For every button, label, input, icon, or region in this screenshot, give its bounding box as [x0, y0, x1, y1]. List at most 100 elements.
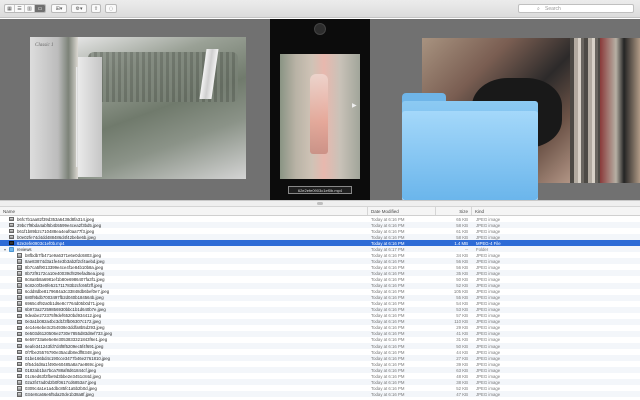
image-file-icon — [17, 380, 22, 385]
column-header-size[interactable]: Size — [436, 207, 472, 215]
file-name: b0e02fe74d4dd488486d4f42bebe6b.jpeg — [17, 234, 96, 240]
search-icon: ⌕ — [537, 5, 540, 12]
name-cell: 034e8ca66e6f5da20de1b38a8f.jpeg — [0, 391, 368, 397]
thumbnail-label: Classic 1 — [35, 43, 54, 48]
folder-icon[interactable] — [402, 85, 538, 200]
file-name: 6b973a27259856930bbc1b1d640b7e.jpeg — [25, 307, 106, 313]
image-file-icon — [17, 307, 22, 312]
image-file-icon — [17, 271, 22, 276]
coverflow-thumbnail[interactable] — [78, 37, 246, 179]
image-file-icon — [17, 319, 22, 325]
file-name: 0182ab1ba7bca788af8d61844cf.jpeg — [25, 367, 96, 373]
file-name: 8c8a8b8a6981ef1b80e6986407fa3f1.jpeg — [25, 276, 105, 282]
image-file-icon — [9, 216, 14, 222]
file-name: b8fbdb7fb471e9a6371e6e0dc6803.jpeg — [25, 252, 101, 258]
image-file-icon — [17, 265, 22, 270]
file-name: 6c82c0f3e0fe521711783b2cfc66f2ff.jpeg — [25, 283, 103, 289]
video-loading-indicator — [314, 23, 326, 35]
image-file-icon — [9, 228, 14, 234]
image-file-icon — [17, 277, 22, 282]
image-file-icon — [17, 325, 22, 331]
action-button[interactable]: ⚙▾ — [71, 4, 87, 13]
grid-icon: ⊞▾ — [55, 5, 63, 12]
image-file-icon — [17, 289, 22, 294]
file-name: 8ae83874d3a1fe4e3b3ab2f2cf4aebd.jpeg — [25, 258, 105, 264]
coverflow-thumbnail[interactable] — [78, 57, 102, 177]
column-header-name[interactable]: Name — [0, 207, 368, 215]
file-name: 9deabe272375f9def6520bd934412.jpeg — [25, 313, 102, 319]
video-preview[interactable] — [280, 54, 360, 179]
image-file-icon — [9, 234, 14, 240]
search-placeholder: Search — [545, 5, 561, 12]
image-file-icon — [17, 313, 22, 319]
folder-icon — [9, 247, 14, 252]
image-file-icon — [17, 301, 22, 306]
image-file-icon — [17, 295, 22, 300]
file-name: b61f1b89b2c710488ea4eaf0aa77f3.jpeg — [17, 228, 95, 234]
table-row[interactable]: 034e8ca66e6f5da20de1b38a8f.jpeg Today at … — [0, 391, 640, 398]
file-name: 0e503d6120506e2730e7855d83d8ef733.jpeg — [25, 331, 112, 337]
file-name: 0309c4a1e1a4dbc85fc1a5b2b0d.jpeg — [25, 385, 97, 391]
image-file-icon — [17, 259, 22, 264]
file-name: 29bc7f9bda4abf5b4b5599e4cea2f3bd5.jpeg — [17, 222, 102, 228]
file-name: 0e3a1b082a4bc3d1f3fb06307c172.jpeg — [25, 319, 101, 325]
file-name: 02a3f47ad0d2b0f0617cd6853a7.jpeg — [25, 379, 97, 385]
file-name: 680f9bdb7003497fb2d040b184564b.jpeg — [25, 295, 104, 301]
column-header-kind[interactable]: Kind — [472, 207, 640, 215]
image-file-icon — [17, 331, 22, 337]
date-cell: Today at 6:16 PM — [371, 391, 405, 397]
file-name: b6fc7b1aa82f39d353a6438d8fa314.jpeg — [17, 216, 95, 222]
file-name: 0f7fbe25576790e35acdb8edff8348.jpeg — [25, 349, 101, 355]
image-file-icon — [17, 349, 22, 355]
list-header: Name Date Modified Size Kind — [0, 207, 640, 216]
list-view-icon[interactable]: ☰ — [15, 5, 25, 12]
file-name: 6cdd8dbe8179684a3c33848db6bef0e7.jpeg — [25, 289, 110, 295]
share-button[interactable]: ⇪ — [91, 4, 101, 13]
image-file-icon — [17, 367, 22, 373]
column-header-date[interactable]: Date Modified — [368, 207, 436, 215]
coverflow-caption: 62e2efe0903c1ef0b.mp4 — [288, 186, 352, 194]
image-file-icon — [17, 392, 22, 397]
tag-button[interactable]: ◌ — [105, 4, 117, 13]
finder-toolbar: ▦ ☰ ▥ ▭ ⊞▾ ⚙▾ ⇪ ◌ ⌕ Search — [0, 0, 640, 18]
image-file-icon — [9, 222, 14, 228]
image-file-icon — [17, 343, 22, 349]
coverflow-view-icon[interactable]: ▭ — [35, 5, 45, 12]
icon-view-icon[interactable]: ▦ — [5, 5, 15, 12]
image-file-icon — [17, 386, 22, 391]
file-list[interactable]: b6fc7b1aa82f39d353a6438d8fa314.jpeg Today… — [0, 216, 640, 400]
file-name: 0f54d4d8a1f490e60485a8a7ae869c.jpeg — [25, 361, 104, 367]
split-divider[interactable] — [0, 200, 640, 207]
search-field[interactable]: ⌕ Search — [518, 4, 634, 13]
play-icon[interactable]: ▶ — [352, 102, 357, 109]
movie-file-icon — [9, 240, 14, 246]
file-name: reviews — [17, 246, 32, 252]
tag-icon: ◌ — [108, 5, 114, 12]
file-name: 01c6ed63f2fbe9d3bbe2e3451c84d.jpeg — [25, 373, 101, 379]
column-view-icon[interactable]: ▥ — [25, 5, 35, 12]
file-name: 034e8ca66e6f5da20de1b38a8f.jpeg — [25, 391, 94, 397]
file-name: 8b72f9172ca10e40039cf829efad5ea.jpeg — [25, 270, 105, 276]
coverflow-selected-item[interactable]: ▶ 62e2efe0903c1ef0b.mp4 — [270, 19, 370, 200]
kind-cell: JPEG image — [476, 391, 501, 397]
file-name: 4e14e6ebe3c254938e3ddfa8b5d293.jpeg — [25, 325, 105, 331]
divider-handle[interactable] — [317, 202, 323, 205]
file-name: 6e59733a6e5e8e3053833321843f6e1.jpeg — [25, 337, 108, 343]
file-name: 01be166bd4c190cce3477b46e2761810.jpeg — [25, 355, 111, 361]
gear-icon: ⚙▾ — [75, 5, 83, 12]
image-file-icon — [17, 355, 22, 361]
file-name: 6965c4f92a0b1d6e8c7764d05b0d71.jpeg — [25, 301, 105, 307]
share-icon: ⇪ — [93, 5, 99, 12]
cover-flow-view[interactable]: Classic 1 ▶ 62e2efe0903c1ef0b.mp4 — [0, 19, 640, 200]
image-file-icon — [17, 253, 22, 258]
arrange-button[interactable]: ⊞▾ — [51, 4, 67, 13]
image-file-icon — [17, 283, 22, 288]
file-name: 62e2efe0903c1ef0b.mp4 — [17, 240, 65, 246]
image-file-icon — [17, 361, 22, 367]
image-file-icon — [17, 337, 22, 343]
view-mode-control[interactable]: ▦ ☰ ▥ ▭ — [4, 4, 46, 13]
image-file-icon — [17, 373, 22, 379]
size-cell: 47 KB — [456, 391, 468, 397]
coverflow-thumbnail[interactable] — [600, 38, 640, 183]
file-name: 8b7ca5f9013399e4ce4f1e84b10b8a.jpeg — [25, 264, 104, 270]
